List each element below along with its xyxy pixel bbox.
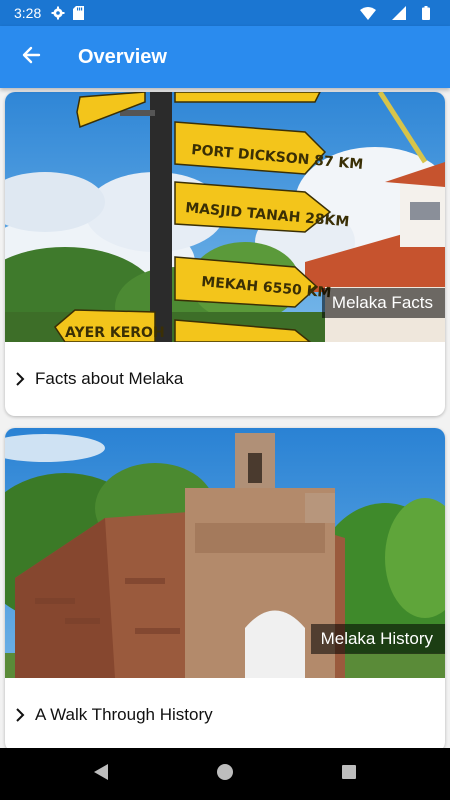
card-footer[interactable]: Facts about Melaka [5,342,445,416]
card-title: A Walk Through History [35,705,213,724]
back-triangle-icon [93,763,109,786]
wifi-icon [360,6,376,20]
sd-card-icon [73,6,85,20]
arrow-left-icon [21,45,41,70]
chevron-right-icon [11,706,29,724]
status-time: 3:28 [14,5,42,21]
card-title: Facts about Melaka [35,369,184,388]
system-nav-bar [0,748,450,800]
nav-back-button[interactable] [71,748,131,800]
nav-recents-button[interactable] [319,748,379,800]
back-button[interactable] [0,26,62,88]
card-image-signpost: PORT DICKSON 87 KM MASJID TANAH 28KM MEK… [5,92,445,342]
app-bar: Overview [0,26,450,88]
page-title: Overview [78,45,167,68]
card-list[interactable]: PORT DICKSON 87 KM MASJID TANAH 28KM MEK… [0,88,450,748]
recents-square-icon [341,764,357,785]
card-melaka-history[interactable]: Melaka History A Walk Through History [5,428,445,748]
card-melaka-facts[interactable]: PORT DICKSON 87 KM MASJID TANAH 28KM MEK… [5,92,445,416]
chevron-right-icon [11,370,29,388]
battery-icon [422,6,430,20]
home-circle-icon [216,763,234,786]
status-bar: 3:28 [0,0,450,26]
svg-text:AYER KEROH: AYER KEROH [65,325,165,341]
gear-icon [51,6,65,20]
card-footer[interactable]: A Walk Through History [5,678,445,748]
image-caption: Melaka Facts [321,288,445,318]
nav-home-button[interactable] [195,748,255,800]
card-image-fort: Melaka History [5,428,445,678]
signal-icon [392,6,406,20]
image-caption: Melaka History [310,624,445,654]
